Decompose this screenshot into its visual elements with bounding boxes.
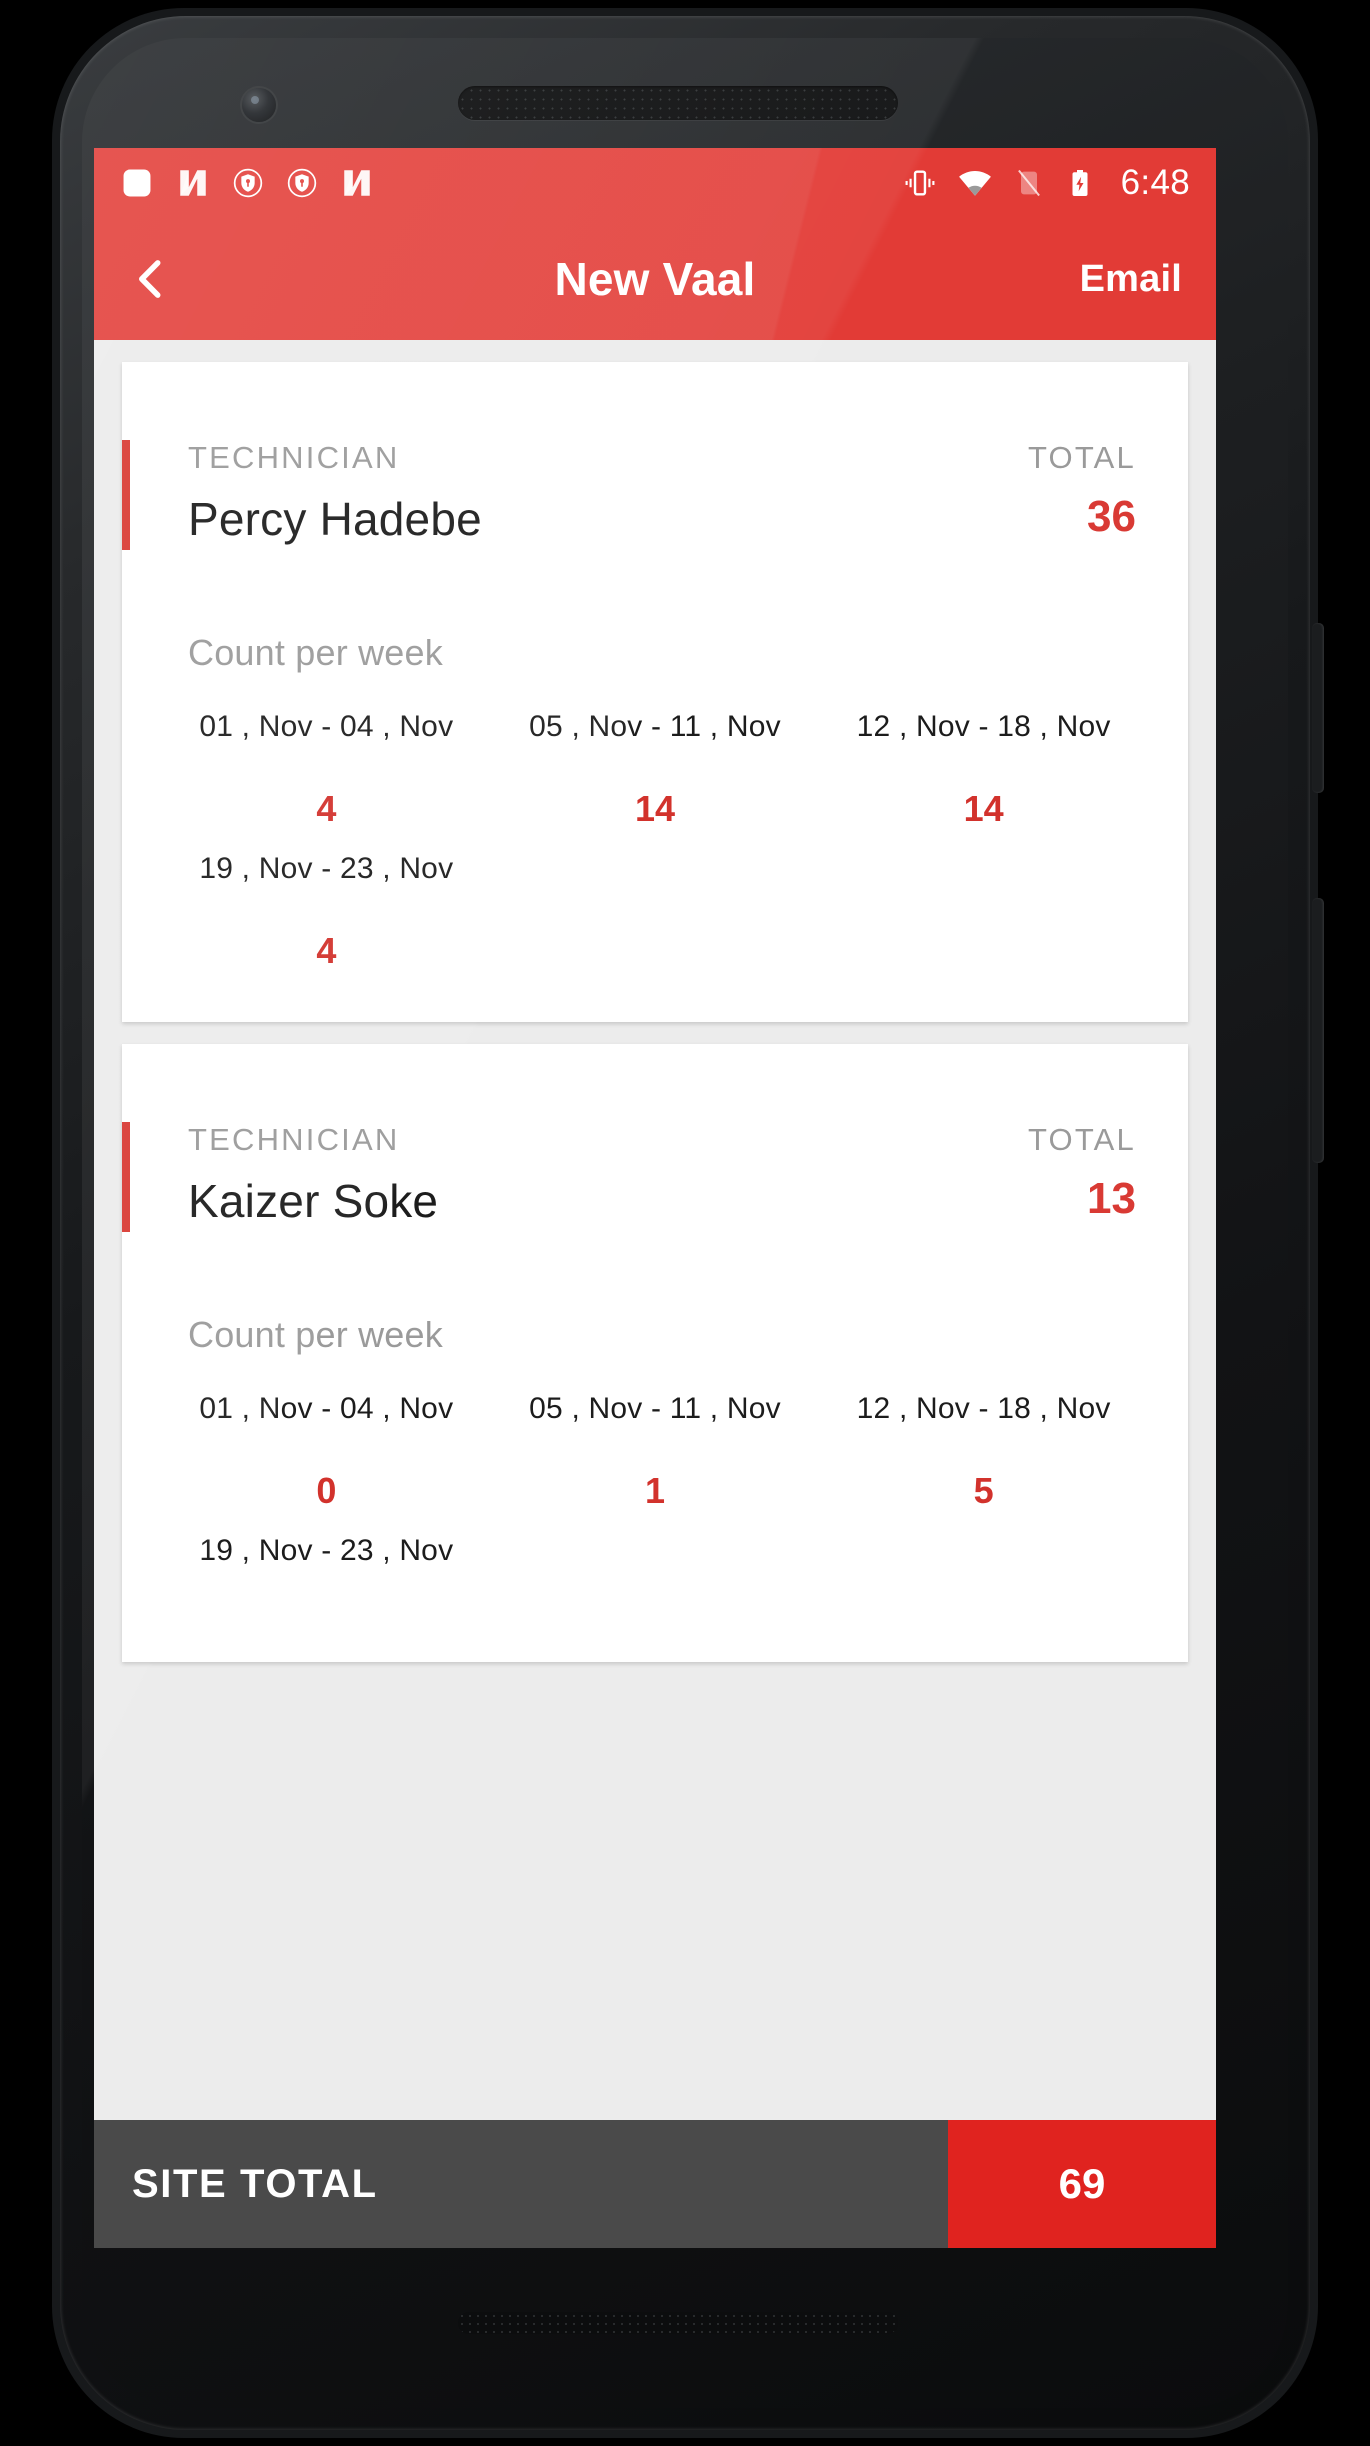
week-range: 05 , Nov - 11 , Nov bbox=[529, 1392, 781, 1425]
status-bar-system-icons: 6:48 bbox=[903, 163, 1190, 203]
volume-button[interactable] bbox=[1312, 898, 1324, 1163]
technician-card[interactable]: TECHNICIAN Kaizer Soke TOTAL 13 Count pe… bbox=[122, 1044, 1188, 1662]
status-bar-notification-icons bbox=[120, 166, 374, 200]
week-cell: 12 , Nov - 18 , Nov 14 bbox=[819, 710, 1148, 830]
battery-charging-icon bbox=[1072, 170, 1088, 196]
card-header: TECHNICIAN Kaizer Soke TOTAL 13 bbox=[122, 1044, 1188, 1228]
total-label: TOTAL bbox=[1027, 440, 1136, 475]
shield-key-icon bbox=[287, 168, 317, 198]
no-sim-icon bbox=[1017, 169, 1040, 197]
app-bar: New Vaal Email bbox=[94, 218, 1216, 340]
week-count: 5 bbox=[973, 1470, 994, 1511]
site-total-bar: SITE TOTAL 69 bbox=[94, 2120, 1216, 2248]
card-header-left: TECHNICIAN Percy Hadebe bbox=[188, 440, 482, 546]
card-accent-bar bbox=[122, 1122, 130, 1232]
week-count: 4 bbox=[316, 930, 337, 971]
technician-card[interactable]: TECHNICIAN Percy Hadebe TOTAL 36 Count p… bbox=[122, 362, 1188, 1022]
site-total-label: SITE TOTAL bbox=[94, 2120, 948, 2248]
technician-label: TECHNICIAN bbox=[188, 1122, 400, 1157]
speaker-mesh bbox=[458, 86, 898, 120]
phone-screen: 6:48 New Vaal Email TECHNICIAN Percy Had… bbox=[94, 148, 1216, 2248]
week-cell: 05 , Nov - 11 , Nov 1 bbox=[491, 1392, 820, 1512]
speaker-mesh bbox=[458, 2312, 898, 2334]
rounded-square-app-icon bbox=[123, 169, 151, 197]
technician-name: Percy Hadebe bbox=[188, 493, 482, 545]
week-range: 12 , Nov - 18 , Nov bbox=[856, 1392, 1111, 1425]
week-grid: 01 , Nov - 04 , Nov 4 05 , Nov - 11 , No… bbox=[122, 674, 1188, 994]
card-header-left: TECHNICIAN Kaizer Soke bbox=[188, 1122, 438, 1228]
week-count: 14 bbox=[634, 788, 675, 829]
week-count: 14 bbox=[963, 788, 1004, 829]
vibrate-icon bbox=[905, 170, 935, 196]
status-bar: 6:48 bbox=[94, 148, 1216, 218]
week-range: 19 , Nov - 23 , Nov bbox=[199, 1534, 454, 1567]
week-count: 4 bbox=[316, 788, 337, 829]
week-cell: 01 , Nov - 04 , Nov 0 bbox=[162, 1392, 491, 1512]
wifi-icon bbox=[958, 171, 991, 196]
week-range: 01 , Nov - 04 , Nov bbox=[199, 1392, 454, 1425]
status-bar-clock: 6:48 bbox=[1120, 163, 1190, 202]
shield-key-icon bbox=[233, 168, 263, 198]
email-button[interactable]: Email bbox=[1080, 258, 1182, 301]
week-cell: 12 , Nov - 18 , Nov 5 bbox=[819, 1392, 1148, 1512]
red-header: 6:48 New Vaal Email bbox=[94, 148, 1216, 340]
card-accent-bar bbox=[122, 440, 130, 550]
front-camera bbox=[242, 88, 276, 122]
page-title: New Vaal bbox=[554, 253, 756, 305]
week-cell: 19 , Nov - 23 , Nov bbox=[162, 1534, 491, 1612]
week-cell: 19 , Nov - 23 , Nov 4 bbox=[162, 852, 491, 972]
technician-list[interactable]: TECHNICIAN Percy Hadebe TOTAL 36 Count p… bbox=[94, 340, 1216, 2248]
total-label: TOTAL bbox=[1027, 1122, 1136, 1157]
site-total-value: 69 bbox=[948, 2120, 1216, 2248]
chevron-left-icon bbox=[139, 260, 161, 298]
count-per-week-label: Count per week bbox=[188, 1314, 443, 1355]
week-range: 01 , Nov - 04 , Nov bbox=[199, 710, 454, 743]
week-range: 19 , Nov - 23 , Nov bbox=[199, 852, 454, 885]
week-grid: 01 , Nov - 04 , Nov 0 05 , Nov - 11 , No… bbox=[122, 1356, 1188, 1634]
back-button[interactable] bbox=[128, 244, 198, 314]
earpiece-speaker bbox=[458, 86, 898, 120]
week-range: 12 , Nov - 18 , Nov bbox=[856, 710, 1111, 743]
week-range: 05 , Nov - 11 , Nov bbox=[529, 710, 781, 743]
power-button[interactable] bbox=[1312, 623, 1324, 793]
week-cell: 05 , Nov - 11 , Nov 14 bbox=[491, 710, 820, 830]
total-value: 13 bbox=[1087, 1174, 1136, 1223]
card-header-right: TOTAL 13 bbox=[1028, 1122, 1136, 1224]
bottom-speaker bbox=[458, 2312, 898, 2334]
week-count: 0 bbox=[316, 1470, 337, 1511]
total-value: 36 bbox=[1087, 492, 1136, 541]
week-cell: 01 , Nov - 04 , Nov 4 bbox=[162, 710, 491, 830]
card-header-right: TOTAL 36 bbox=[1028, 440, 1136, 542]
nova-launcher-icon bbox=[344, 170, 370, 196]
week-count: 1 bbox=[644, 1470, 665, 1511]
card-header: TECHNICIAN Percy Hadebe TOTAL 36 bbox=[122, 362, 1188, 546]
technician-label: TECHNICIAN bbox=[188, 440, 400, 475]
phone-mockup: 6:48 New Vaal Email TECHNICIAN Percy Had… bbox=[52, 8, 1324, 2438]
nova-launcher-icon bbox=[180, 170, 206, 196]
technician-name: Kaizer Soke bbox=[188, 1175, 439, 1227]
count-per-week-label: Count per week bbox=[188, 632, 443, 673]
